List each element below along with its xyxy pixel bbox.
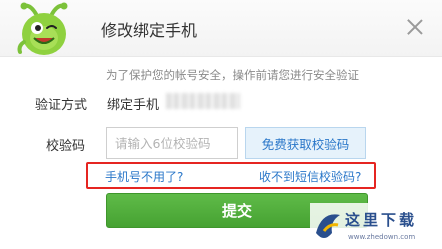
phone-unused-link[interactable]: 手机号不用了? (105, 168, 183, 185)
verification-code-label: 校验码 (46, 139, 86, 154)
masked-phone-number (166, 93, 240, 109)
dialog-titlebar: 修改绑定手机 (0, 0, 442, 57)
get-code-button[interactable]: 免费获取校验码 (245, 127, 366, 159)
watermark-text: 这里下载 (345, 211, 418, 229)
verification-code-input[interactable] (106, 127, 238, 159)
close-icon[interactable] (405, 17, 425, 37)
verify-method-value: 绑定手机 (107, 98, 160, 113)
no-sms-link[interactable]: 收不到短信校验码? (259, 168, 361, 185)
dialog-title: 修改绑定手机 (101, 21, 198, 40)
watermark-url: www.zhedown.com (348, 233, 416, 241)
verify-method-label: 验证方式 (35, 98, 88, 113)
security-notice: 为了保护您的帐号安全，操作前请您进行安全验证 (106, 68, 359, 82)
green-monster-icon (17, 2, 68, 55)
